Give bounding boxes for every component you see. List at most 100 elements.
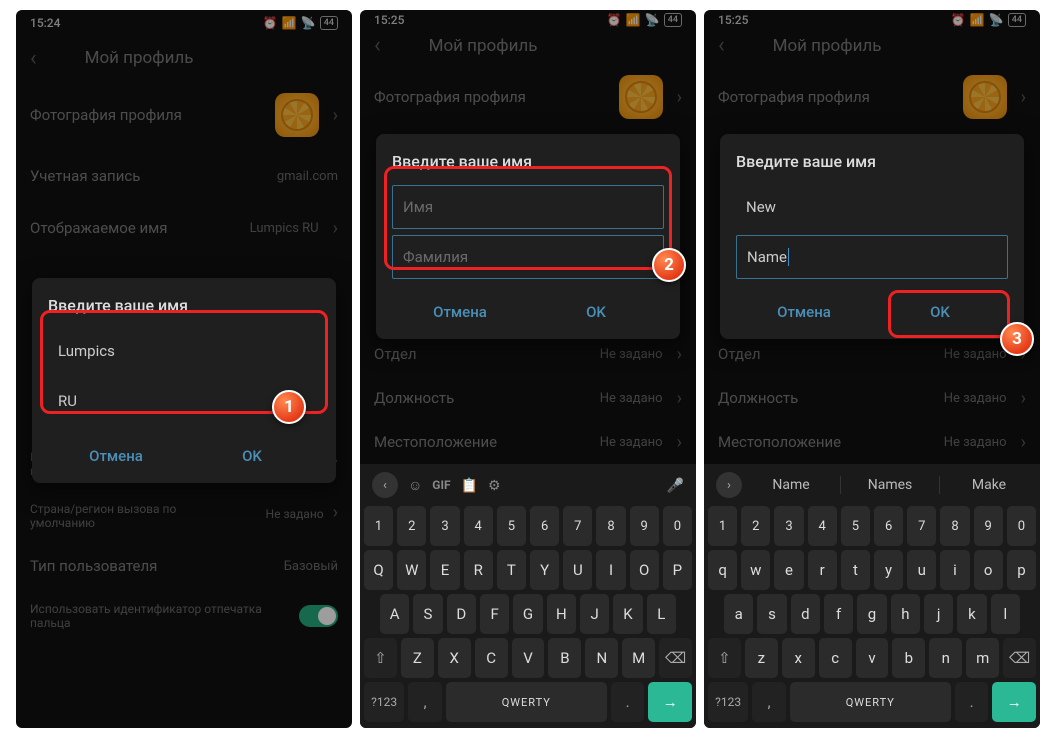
back-icon[interactable]: ‹ — [30, 46, 37, 71]
key-u[interactable]: u — [907, 550, 936, 590]
key-H[interactable]: H — [547, 594, 576, 634]
key-w[interactable]: w — [741, 550, 770, 590]
key-4[interactable]: 4 — [464, 506, 493, 546]
collapse-icon[interactable]: ‹ — [372, 472, 398, 498]
key-f[interactable]: f — [824, 594, 853, 634]
settings-icon[interactable]: ⚙ — [488, 477, 501, 494]
key-v[interactable]: v — [856, 638, 889, 678]
key-e[interactable]: e — [774, 550, 803, 590]
key-7[interactable]: 7 — [907, 506, 936, 546]
clipboard-icon[interactable]: 📋 — [461, 477, 478, 494]
key-7[interactable]: 7 — [563, 506, 592, 546]
key-N[interactable]: N — [585, 638, 618, 678]
suggestion-1[interactable]: Name — [752, 477, 830, 493]
ok-button[interactable]: OK — [872, 285, 1008, 339]
comma-key[interactable]: , — [752, 682, 786, 722]
sticker-icon[interactable]: ☺ — [408, 477, 422, 493]
first-name-input[interactable]: Имя — [392, 185, 664, 229]
key-l[interactable]: l — [991, 594, 1020, 634]
period-key[interactable]: . — [611, 682, 645, 722]
backspace-key[interactable]: ⌫ — [659, 638, 692, 678]
key-E[interactable]: E — [430, 550, 459, 590]
key-U[interactable]: U — [563, 550, 592, 590]
key-Z[interactable]: Z — [401, 638, 434, 678]
shift-key[interactable]: ⇧ — [708, 638, 741, 678]
key-8[interactable]: 8 — [596, 506, 625, 546]
keyboard[interactable]: › Name Names Make 1234567890 qwertyuiop … — [704, 464, 1040, 728]
key-B[interactable]: B — [548, 638, 581, 678]
key-o[interactable]: o — [974, 550, 1003, 590]
toggle-on[interactable] — [299, 605, 338, 627]
row-loc[interactable]: Местоположение Не задано› — [360, 420, 696, 464]
key-z[interactable]: z — [745, 638, 778, 678]
first-name-input[interactable]: Lumpics — [48, 329, 320, 373]
key-C[interactable]: C — [475, 638, 508, 678]
key-Q[interactable]: Q — [364, 550, 393, 590]
ok-button[interactable]: OK — [184, 429, 320, 483]
key-1[interactable]: 1 — [708, 506, 737, 546]
key-I[interactable]: I — [596, 550, 625, 590]
cancel-button[interactable]: Отмена — [48, 429, 184, 483]
key-t[interactable]: t — [841, 550, 870, 590]
mic-icon[interactable]: 🎤 — [667, 477, 684, 494]
cancel-button[interactable]: Отмена — [392, 285, 528, 339]
enter-key[interactable]: → — [992, 682, 1036, 722]
shift-key[interactable]: ⇧ — [364, 638, 397, 678]
expand-icon[interactable]: › — [716, 472, 742, 498]
key-K[interactable]: K — [613, 594, 642, 634]
ok-button[interactable]: OK — [528, 285, 664, 339]
last-name-input[interactable]: Name — [736, 235, 1008, 279]
cancel-button[interactable]: Отмена — [736, 285, 872, 339]
key-6[interactable]: 6 — [874, 506, 903, 546]
back-icon[interactable]: ‹ — [718, 33, 725, 58]
key-S[interactable]: S — [413, 594, 442, 634]
spacebar[interactable]: QWERTY — [790, 682, 951, 722]
key-5[interactable]: 5 — [497, 506, 526, 546]
key-V[interactable]: V — [512, 638, 545, 678]
row-account[interactable]: Учетная запись gmail.com — [16, 150, 352, 202]
backspace-key[interactable]: ⌫ — [1003, 638, 1036, 678]
key-R[interactable]: R — [464, 550, 493, 590]
key-j[interactable]: j — [924, 594, 953, 634]
symbols-key[interactable]: ?123 — [708, 682, 748, 722]
key-2[interactable]: 2 — [397, 506, 426, 546]
key-k[interactable]: k — [957, 594, 986, 634]
key-3[interactable]: 3 — [774, 506, 803, 546]
key-a[interactable]: a — [724, 594, 753, 634]
key-A[interactable]: A — [380, 594, 409, 634]
suggestion-2[interactable]: Names — [851, 477, 929, 493]
key-G[interactable]: G — [513, 594, 542, 634]
period-key[interactable]: . — [955, 682, 989, 722]
key-W[interactable]: W — [397, 550, 426, 590]
key-r[interactable]: r — [808, 550, 837, 590]
key-n[interactable]: n — [929, 638, 962, 678]
row-country[interactable]: Страна/регион вызова по умолчанию Не зад… — [16, 488, 352, 540]
key-q[interactable]: q — [708, 550, 737, 590]
key-c[interactable]: c — [819, 638, 852, 678]
key-9[interactable]: 9 — [974, 506, 1003, 546]
enter-key[interactable]: → — [648, 682, 692, 722]
row-display-name[interactable]: Отображаемое имя Lumpics RU› — [16, 202, 352, 254]
key-5[interactable]: 5 — [841, 506, 870, 546]
key-O[interactable]: O — [630, 550, 659, 590]
key-2[interactable]: 2 — [741, 506, 770, 546]
key-M[interactable]: M — [622, 638, 655, 678]
key-9[interactable]: 9 — [630, 506, 659, 546]
row-photo[interactable]: Фотография профиля › — [360, 62, 696, 132]
row-loc[interactable]: Местоположение Не задано› — [704, 420, 1040, 464]
key-d[interactable]: d — [791, 594, 820, 634]
key-8[interactable]: 8 — [940, 506, 969, 546]
key-0[interactable]: 0 — [663, 506, 692, 546]
key-y[interactable]: y — [874, 550, 903, 590]
key-6[interactable]: 6 — [530, 506, 559, 546]
key-L[interactable]: L — [647, 594, 676, 634]
key-g[interactable]: g — [857, 594, 886, 634]
suggestion-3[interactable]: Make — [950, 477, 1028, 493]
row-photo[interactable]: Фотография профиля › — [16, 80, 352, 150]
gif-button[interactable]: GIF — [432, 478, 450, 492]
last-name-input[interactable]: Фамилия — [392, 235, 664, 279]
key-x[interactable]: x — [782, 638, 815, 678]
key-b[interactable]: b — [892, 638, 925, 678]
key-P[interactable]: P — [663, 550, 692, 590]
key-T[interactable]: T — [497, 550, 526, 590]
